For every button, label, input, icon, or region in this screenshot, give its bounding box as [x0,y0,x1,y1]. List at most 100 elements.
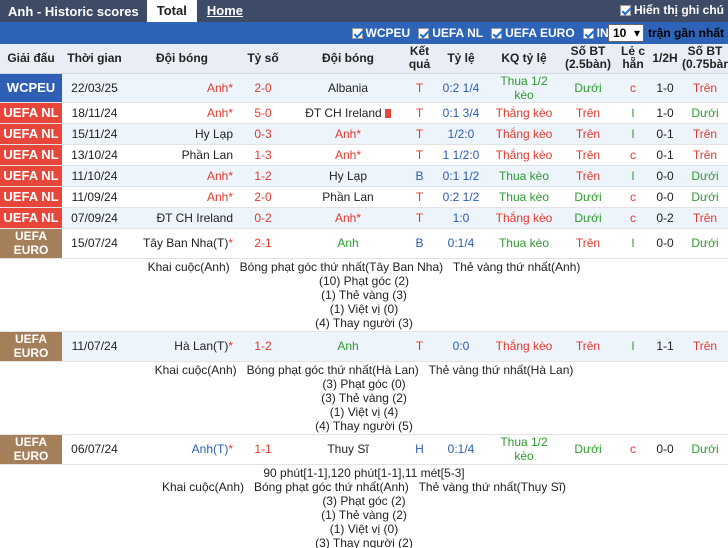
home-team[interactable]: Anh(T)* [127,434,237,465]
score[interactable]: 5-0 [237,102,289,124]
show-notes-toggle[interactable]: Hiển thị ghi chú [620,3,724,17]
checkbox-icon[interactable] [351,27,363,39]
detail-line: (3) Thay người (2) [315,535,413,548]
table-row[interactable]: UEFA EURO 15/07/24 Tây Ban Nha(T)* 2-1 Anh B 0… [0,228,728,259]
league-badge[interactable]: UEFA EURO [0,434,62,465]
goals-25: Trên [558,165,618,187]
score[interactable]: 1-1 [237,434,289,465]
league-badge[interactable]: WCPEU [0,73,62,103]
league-badge[interactable]: UEFA EURO [0,331,62,362]
away-team[interactable]: Anh [289,228,407,259]
league-badge[interactable]: UEFA NL [0,186,62,208]
match-date: 11/09/24 [62,186,127,208]
away-team[interactable]: ĐT CH Ireland [289,102,407,124]
show-notes-checkbox[interactable] [620,4,631,16]
league-badge[interactable]: UEFA NL [0,165,62,187]
match-date: 11/07/24 [62,331,127,362]
home-team[interactable]: Hà Lan(T)* [127,331,237,362]
table-row[interactable]: UEFA NL 11/09/24 Anh* 2-0 Phần Lan T 0:2 1/2 Th… [0,186,728,208]
score[interactable]: 2-0 [237,186,289,208]
home-team[interactable]: Hy Lạp [127,123,237,145]
page-title: Anh - Historic scores [8,4,139,19]
score[interactable]: 2-1 [237,228,289,259]
odd-even: c [618,144,648,166]
away-team[interactable]: Thuy Sĩ [289,434,407,465]
filter-wcpeu[interactable]: WCPEU [351,26,410,40]
goals-075: Trên [682,207,728,229]
odd-even: c [618,434,648,465]
score[interactable]: 1-3 [237,144,289,166]
table-row[interactable]: UEFA NL 13/10/24 Phần Lan 1-3 Anh* T 1 1/2:0 Th… [0,144,728,166]
tab-total[interactable]: Total [146,0,197,22]
table-row[interactable]: UEFA EURO 06/07/24 Anh(T)* 1-1 Thuy Sĩ H 0:1/4… [0,434,728,465]
score[interactable]: 1-2 [237,165,289,187]
home-team[interactable]: Anh* [127,73,237,103]
match-result: T [407,102,432,124]
match-count-select[interactable]: 10 ▾ [607,24,644,42]
away-team[interactable]: Anh* [289,123,407,145]
home-team[interactable]: Anh* [127,186,237,208]
match-result: B [407,165,432,187]
table-row[interactable]: UEFA NL 11/10/24 Anh* 1-2 Hy Lạp B 0:1 1/2 Thua… [0,165,728,187]
away-team[interactable]: Anh [289,331,407,362]
odds-result: Thua kèo [490,228,558,259]
table-row[interactable]: UEFA EURO 11/07/24 Hà Lan(T)* 1-2 Anh T 0:0 Thắ… [0,331,728,362]
match-details: Khai cuộc(Anh) Bóng phạt góc thứ nhất(Tâ… [0,258,728,332]
goals-075: Dưới [682,186,728,208]
away-team[interactable]: Hy Lạp [289,165,407,187]
score[interactable]: 2-0 [237,73,289,103]
tab-home[interactable]: Home [197,0,253,22]
match-result: B [407,228,432,259]
match-details-cell: 90 phút[1-1],120 phút[1-1],11 mét[5-3] Kh… [0,464,728,548]
league-badge[interactable]: UEFA NL [0,102,62,124]
odds-result: Thua kèo [490,165,558,187]
table-row[interactable]: UEFA NL 15/11/24 Hy Lạp 0-3 Anh* T 1/2:0 Thắng … [0,123,728,145]
away-team[interactable]: Anh* [289,144,407,166]
goals-075: Dưới [682,434,728,465]
checkbox-icon[interactable] [491,27,503,39]
away-team[interactable]: Albania [289,73,407,103]
goals-25: Trên [558,144,618,166]
odds: 1 1/2:0 [432,144,490,166]
filter-uefa-euro[interactable]: UEFA EURO [491,26,575,40]
filter-bar: WCPEU UEFA NL UEFA EURO INTERF 10 ▾ trận… [0,22,728,44]
home-team[interactable]: Anh* [127,102,237,124]
goals-075: Dưới [682,228,728,259]
home-team[interactable]: Tây Ban Nha(T)* [127,228,237,259]
away-team[interactable]: Phần Lan [289,186,407,208]
table-row[interactable]: UEFA NL 18/11/24 Anh* 5-0 ĐT CH Ireland T 0:1 … [0,102,728,124]
detail-line: (1) Thẻ vàng (2) [321,507,407,522]
home-team[interactable]: Anh* [127,165,237,187]
tab-bar: Anh - Historic scores Total Home Hiển th… [0,0,728,22]
half-time-score: 1-1 [648,331,682,362]
half-time-score: 1-0 [648,102,682,124]
score[interactable]: 0-2 [237,207,289,229]
league-badge[interactable]: UEFA NL [0,144,62,166]
table-row[interactable]: WCPEU 22/03/25 Anh* 2-0 Albania T 0:2 1/4 Thua … [0,73,728,103]
league-badge[interactable]: UEFA NL [0,123,62,145]
odds-result: Thắng kèo [490,123,558,145]
odds: 0:1 3/4 [432,102,490,124]
table-row[interactable]: UEFA NL 07/09/24 ĐT CH Ireland 0-2 Anh* T 1:0 T… [0,207,728,229]
odds-result: Thắng kèo [490,102,558,124]
league-badge[interactable]: UEFA EURO [0,228,62,259]
header-time: Thời gian [62,44,127,74]
filter-uefa-nl[interactable]: UEFA NL [418,26,483,40]
score[interactable]: 1-2 [237,331,289,362]
odd-even: l [618,165,648,187]
away-team[interactable]: Anh* [289,207,407,229]
home-team[interactable]: Phần Lan [127,144,237,166]
score[interactable]: 0-3 [237,123,289,145]
checkbox-icon[interactable] [582,27,594,39]
half-time-score: 0-2 [648,207,682,229]
league-badge[interactable]: UEFA NL [0,207,62,229]
checkbox-icon[interactable] [418,27,430,39]
header-home: Đội bóng [127,44,237,74]
detail-line: (1) Việt vị (4) [329,404,399,419]
home-team[interactable]: ĐT CH Ireland [127,207,237,229]
detail-line: (1) Thẻ vàng (3) [321,287,407,302]
goals-075: Trên [682,331,728,362]
goals-075: Trên [682,73,728,103]
detail-line: (3) Phạt góc (2) [322,493,406,508]
detail-line: (10) Phạt góc (2) [318,273,410,288]
